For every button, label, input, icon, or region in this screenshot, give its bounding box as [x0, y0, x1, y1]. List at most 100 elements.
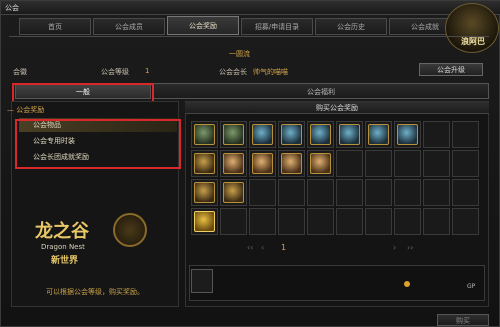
guild-leader-value: 帅气的喵喵	[253, 68, 288, 76]
reward-item-icon	[252, 153, 273, 174]
item-slot[interactable]	[394, 150, 421, 177]
item-slot[interactable]	[278, 121, 305, 148]
guild-mascot-logo: 浪阿巴	[445, 3, 499, 53]
tab-history[interactable]: 公会历史	[315, 18, 387, 35]
item-slot[interactable]	[191, 208, 218, 235]
window-title: 公会	[5, 4, 19, 12]
guild-level-label: 公会等级	[101, 68, 129, 76]
item-slot[interactable]	[249, 179, 276, 206]
tab-home[interactable]: 首页	[19, 18, 91, 35]
reward-item-icon	[397, 124, 418, 145]
page-number: 1	[281, 243, 287, 252]
item-slot[interactable]	[191, 179, 218, 206]
item-slot[interactable]	[365, 208, 392, 235]
item-slot[interactable]	[336, 208, 363, 235]
item-slot[interactable]	[220, 179, 247, 206]
reward-item-icon	[223, 124, 244, 145]
guild-shield-item-icon	[194, 211, 215, 232]
art-title: 龙之谷	[35, 221, 89, 242]
tab-rewards[interactable]: 公会奖励	[167, 16, 239, 35]
item-slot[interactable]	[394, 208, 421, 235]
reward-item-icon	[252, 124, 273, 145]
reward-item-icon	[281, 153, 302, 174]
item-slot[interactable]	[278, 179, 305, 206]
pagination: ‹‹ ‹ 1 › ››	[247, 243, 431, 253]
item-slot[interactable]	[452, 208, 479, 235]
highlight-category-list	[15, 119, 181, 169]
title-bar: 公会	[1, 1, 500, 15]
item-slot[interactable]	[394, 179, 421, 206]
item-slot[interactable]	[452, 179, 479, 206]
selected-item-slot[interactable]	[191, 269, 213, 293]
shop-title: 购买公会奖励	[185, 102, 489, 114]
divider	[9, 36, 489, 37]
item-slot[interactable]	[249, 121, 276, 148]
item-slot[interactable]	[423, 121, 450, 148]
reward-item-icon	[223, 153, 244, 174]
reward-item-icon	[194, 182, 215, 203]
item-slot[interactable]	[336, 150, 363, 177]
item-slot[interactable]	[220, 208, 247, 235]
next-page-icon[interactable]: ›	[393, 243, 396, 252]
collapse-icon: —	[7, 106, 17, 114]
buy-button[interactable]: 购买	[437, 314, 489, 326]
guild-level-value: 1	[145, 67, 150, 75]
item-slot[interactable]	[307, 121, 334, 148]
subtab-guild-welfare[interactable]: 公会福利	[153, 83, 489, 99]
item-slot[interactable]	[278, 208, 305, 235]
reward-item-icon	[310, 124, 331, 145]
item-slot[interactable]	[191, 121, 218, 148]
item-slot[interactable]	[307, 150, 334, 177]
reward-item-icon	[310, 153, 331, 174]
first-page-icon[interactable]: ‹‹	[247, 243, 253, 252]
reward-item-icon	[194, 124, 215, 145]
emblem-label: 会徽	[13, 68, 27, 76]
reward-hint: 可以根据公会等级，购买奖励。	[46, 288, 144, 296]
item-slot[interactable]	[307, 179, 334, 206]
reward-item-icon	[368, 124, 389, 145]
logo-text: 浪阿巴	[461, 37, 485, 46]
last-page-icon[interactable]: ››	[407, 243, 413, 252]
main-tabs: 首页 公会成员 公会奖励 招募/申请目录 公会历史 公会成就	[19, 16, 461, 35]
tab-recruit[interactable]: 招募/申请目录	[241, 18, 313, 35]
currency-label: GP	[467, 283, 476, 290]
item-slot[interactable]	[249, 150, 276, 177]
item-slot[interactable]	[307, 208, 334, 235]
reward-item-icon	[223, 182, 244, 203]
dragon-emblem-icon	[113, 213, 147, 247]
highlight-general-tab	[12, 83, 154, 103]
item-slot[interactable]	[394, 121, 421, 148]
item-slot[interactable]	[452, 121, 479, 148]
purchase-box	[189, 265, 485, 301]
gold-coin-icon	[404, 281, 410, 287]
item-slot[interactable]	[278, 150, 305, 177]
guild-upgrade-button[interactable]: 公会升级	[419, 63, 483, 76]
reward-item-icon	[281, 124, 302, 145]
guild-name: 一圆流	[229, 50, 250, 58]
guild-leader-label: 公会会长	[219, 68, 247, 76]
item-slot[interactable]	[220, 150, 247, 177]
art-subtitle: Dragon Nest	[41, 243, 85, 251]
item-slot[interactable]	[452, 150, 479, 177]
item-slot[interactable]	[423, 150, 450, 177]
guild-info-row: 会徽 公会等级 1 公会会长 帅气的喵喵	[13, 67, 489, 79]
item-slot[interactable]	[336, 179, 363, 206]
reward-item-icon	[194, 153, 215, 174]
item-slot[interactable]	[191, 150, 218, 177]
item-slot[interactable]	[423, 179, 450, 206]
item-slot[interactable]	[365, 150, 392, 177]
guild-window: 公会 首页 公会成员 公会奖励 招募/申请目录 公会历史 公会成就 浪阿巴 一圆…	[0, 0, 500, 327]
category-header[interactable]: — 公会奖励	[7, 105, 44, 115]
category-header-label: 公会奖励	[16, 106, 45, 114]
item-slot[interactable]	[249, 208, 276, 235]
item-slot[interactable]	[336, 121, 363, 148]
item-slot[interactable]	[365, 179, 392, 206]
prev-page-icon[interactable]: ‹	[261, 243, 264, 252]
reward-item-icon	[339, 124, 360, 145]
art-expansion: 新世界	[51, 256, 79, 266]
item-slot[interactable]	[365, 121, 392, 148]
item-slot[interactable]	[423, 208, 450, 235]
tab-members[interactable]: 公会成员	[93, 18, 165, 35]
game-logo-art: 龙之谷 Dragon Nest 新世界	[21, 207, 151, 277]
item-slot[interactable]	[220, 121, 247, 148]
